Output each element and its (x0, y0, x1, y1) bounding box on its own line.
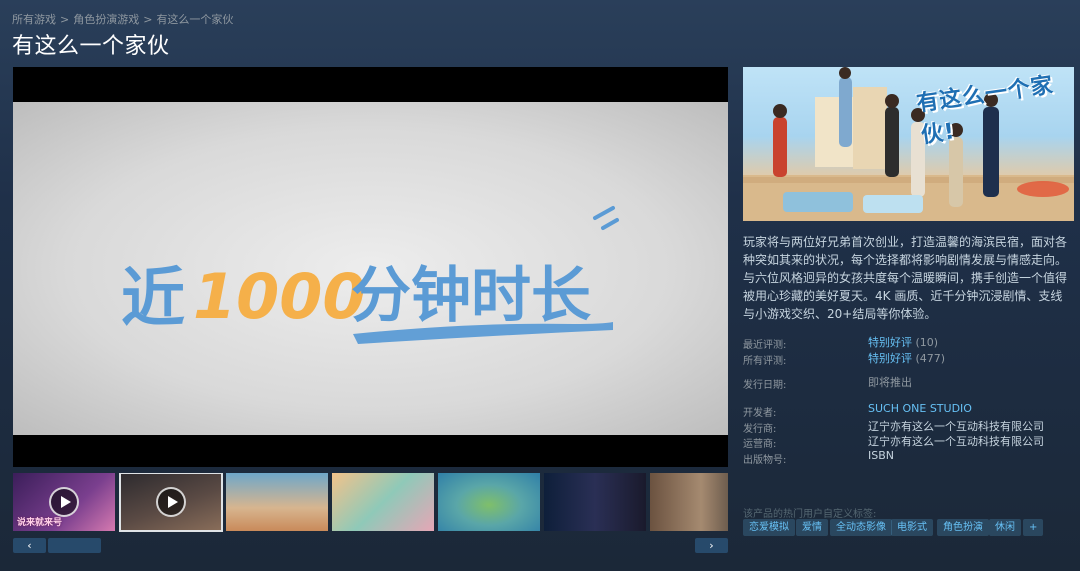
breadcrumb-all-games[interactable]: 所有游戏 (12, 13, 56, 26)
play-icon (156, 487, 186, 517)
release-date-label: 发行日期: (743, 380, 787, 391)
tag-cinematic[interactable]: 电影式 (891, 519, 933, 536)
banner-suffix: 分钟时长 (351, 261, 591, 331)
thumbnail-video-1[interactable]: 说来就来号 (13, 473, 115, 531)
breadcrumb-separator: > (143, 13, 153, 26)
isbn-label: 出版物号: (743, 455, 787, 466)
tag-more-button[interactable]: + (1023, 519, 1044, 536)
header-capsule-image: 有这么一个家伙! (743, 67, 1074, 221)
all-reviews-value: 特别好评 (477) (868, 350, 945, 366)
developer-link[interactable]: SUCH ONE STUDIO (868, 402, 972, 415)
thumbnail-video-2[interactable] (119, 473, 223, 532)
developer-label: 开发者: (743, 408, 777, 419)
prev-button[interactable]: ‹ (13, 538, 46, 553)
operator-label: 运营商: (743, 439, 777, 450)
isbn-value: ISBN (868, 449, 895, 462)
recent-reviews-count: (10) (915, 336, 939, 349)
chevron-right-icon: › (709, 539, 714, 552)
page-title: 有这么一个家伙 (12, 34, 170, 59)
game-description: 玩家将与两位好兄弟首次创业，打造温馨的海滨民宿，面对各种突如其来的状况，每个选择… (743, 235, 1068, 321)
video-player[interactable]: 近 1000 分钟时长 (13, 67, 728, 467)
chevron-left-icon: ‹ (27, 539, 32, 552)
tag-romance[interactable]: 爱情 (796, 519, 828, 536)
all-reviews-summary[interactable]: 特别好评 (868, 352, 912, 365)
recent-reviews-value: 特别好评 (10) (868, 334, 938, 350)
recent-reviews-summary[interactable]: 特别好评 (868, 336, 912, 349)
recent-reviews-label: 最近评测: (743, 340, 787, 351)
video-banner: 近 1000 分钟时长 (121, 206, 619, 344)
thumbnail-slider: ‹ › (13, 538, 728, 553)
breadcrumb-current[interactable]: 有这么一个家伙 (156, 13, 233, 26)
banner-number: 1000 (193, 260, 366, 333)
tag-romance-sim[interactable]: 恋爱模拟 (743, 519, 795, 536)
thumbnail-image-2[interactable] (332, 473, 434, 531)
operator-value: 辽宁亦有这么一个互动科技有限公司 (868, 435, 1044, 448)
scroll-track[interactable] (48, 538, 693, 553)
breadcrumb-rpg[interactable]: 角色扮演游戏 (73, 13, 139, 26)
thumbnail-image-1[interactable] (226, 473, 328, 531)
tag-casual[interactable]: 休闲 (989, 519, 1021, 536)
breadcrumb-separator: > (60, 13, 70, 26)
next-button[interactable]: › (695, 538, 728, 553)
tags-label: 该产品的热门用户自定义标签: (743, 509, 877, 520)
thumbnail-image-4[interactable] (544, 473, 646, 531)
thumbnail-caption: 说来就来号 (17, 518, 63, 528)
all-reviews-count: (477) (915, 352, 946, 365)
play-icon (49, 487, 79, 517)
publisher-value: 辽宁亦有这么一个互动科技有限公司 (868, 420, 1044, 433)
breadcrumb: 所有游戏 > 角色扮演游戏 > 有这么一个家伙 (12, 11, 233, 27)
publisher-label: 发行商: (743, 424, 777, 435)
scroll-handle[interactable] (48, 538, 101, 553)
thumbnail-image-5[interactable] (650, 473, 728, 531)
tag-fmv[interactable]: 全动态影像 (830, 519, 892, 536)
thumbnail-image-3[interactable] (438, 473, 540, 531)
tag-rpg[interactable]: 角色扮演 (937, 519, 989, 536)
banner-prefix: 近 (121, 262, 185, 336)
thumbnail-strip: 说来就来号 (13, 473, 728, 533)
all-reviews-label: 所有评测: (743, 356, 787, 367)
release-date-value: 即将推出 (868, 376, 912, 389)
video-frame[interactable]: 近 1000 分钟时长 (13, 102, 728, 435)
